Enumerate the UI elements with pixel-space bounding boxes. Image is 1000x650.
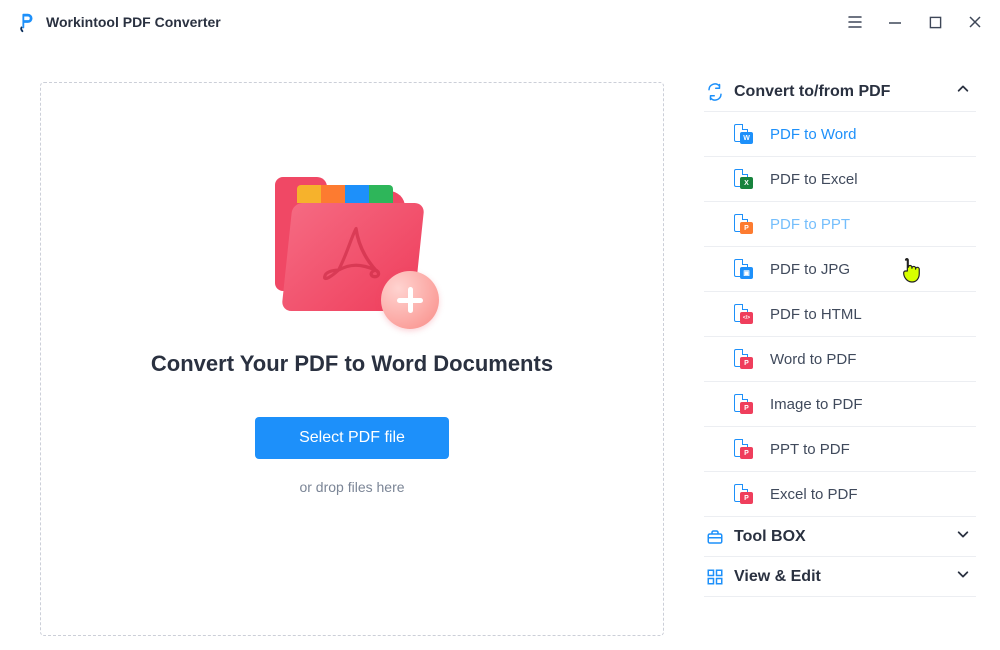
app-logo-icon: [16, 11, 38, 33]
toolbox-icon: [706, 528, 724, 546]
sidebar-item-label: Image to PDF: [770, 396, 863, 413]
sidebar-item-pdf-to-html[interactable]: </> PDF to HTML: [704, 292, 976, 337]
sidebar-item-label: PDF to Word: [770, 126, 856, 143]
folder-illustration: [267, 183, 437, 323]
dropzone-heading: Convert Your PDF to Word Documents: [151, 351, 553, 377]
sidebar-item-label: PPT to PDF: [770, 441, 850, 458]
titlebar: Workintool PDF Converter: [0, 0, 1000, 44]
pdf-file-icon: P: [732, 394, 752, 414]
chevron-down-icon: [956, 527, 970, 546]
sidebar-item-label: Word to PDF: [770, 351, 856, 368]
chevron-up-icon: [956, 82, 970, 101]
sidebar-group-title: View & Edit: [734, 568, 946, 586]
sidebar-item-excel-to-pdf[interactable]: P Excel to PDF: [704, 472, 976, 517]
sidebar-group-view-edit[interactable]: View & Edit: [704, 557, 976, 597]
sidebar: Convert to/from PDF W PDF to Word X PDF …: [704, 44, 1000, 650]
content: Convert Your PDF to Word Documents Selec…: [0, 44, 1000, 650]
main-panel: Convert Your PDF to Word Documents Selec…: [0, 44, 704, 650]
sidebar-item-word-to-pdf[interactable]: P Word to PDF: [704, 337, 976, 382]
pdf-file-icon: P: [732, 439, 752, 459]
sidebar-item-pdf-to-excel[interactable]: X PDF to Excel: [704, 157, 976, 202]
pdf-file-icon: P: [732, 349, 752, 369]
app-title: Workintool PDF Converter: [46, 14, 221, 30]
sidebar-item-label: Excel to PDF: [770, 486, 858, 503]
acrobat-icon: [314, 222, 391, 292]
convert-icon: [706, 83, 724, 101]
pdf-file-icon: P: [732, 484, 752, 504]
close-icon[interactable]: [966, 13, 984, 31]
word-file-icon: W: [732, 124, 752, 144]
sidebar-group-convert-items: W PDF to Word X PDF to Excel P PDF to PP…: [704, 111, 976, 517]
sidebar-item-pdf-to-word[interactable]: W PDF to Word: [704, 111, 976, 157]
window-controls: [846, 13, 984, 31]
app-brand: Workintool PDF Converter: [16, 11, 221, 33]
sidebar-group-toolbox[interactable]: Tool BOX: [704, 517, 976, 557]
sidebar-item-pdf-to-ppt[interactable]: P PDF to PPT: [704, 202, 976, 247]
drop-hint: or drop files here: [299, 479, 404, 495]
html-file-icon: </>: [732, 304, 752, 324]
maximize-icon[interactable]: [926, 13, 944, 31]
sidebar-group-convert[interactable]: Convert to/from PDF: [704, 72, 976, 111]
select-file-button[interactable]: Select PDF file: [255, 417, 449, 459]
sidebar-item-label: PDF to Excel: [770, 171, 858, 188]
chevron-down-icon: [956, 567, 970, 586]
excel-file-icon: X: [732, 169, 752, 189]
minimize-icon[interactable]: [886, 13, 904, 31]
sidebar-group-title: Convert to/from PDF: [734, 83, 946, 101]
sidebar-item-label: PDF to PPT: [770, 216, 850, 233]
grid-icon: [706, 568, 724, 586]
menu-icon[interactable]: [846, 13, 864, 31]
sidebar-item-ppt-to-pdf[interactable]: P PPT to PDF: [704, 427, 976, 472]
sidebar-group-title: Tool BOX: [734, 528, 946, 546]
ppt-file-icon: P: [732, 214, 752, 234]
sidebar-item-pdf-to-jpg[interactable]: ▣ PDF to JPG: [704, 247, 976, 292]
add-icon: [381, 271, 439, 329]
sidebar-item-label: PDF to HTML: [770, 306, 862, 323]
sidebar-item-label: PDF to JPG: [770, 261, 850, 278]
dropzone[interactable]: Convert Your PDF to Word Documents Selec…: [40, 82, 664, 636]
jpg-file-icon: ▣: [732, 259, 752, 279]
sidebar-item-image-to-pdf[interactable]: P Image to PDF: [704, 382, 976, 427]
